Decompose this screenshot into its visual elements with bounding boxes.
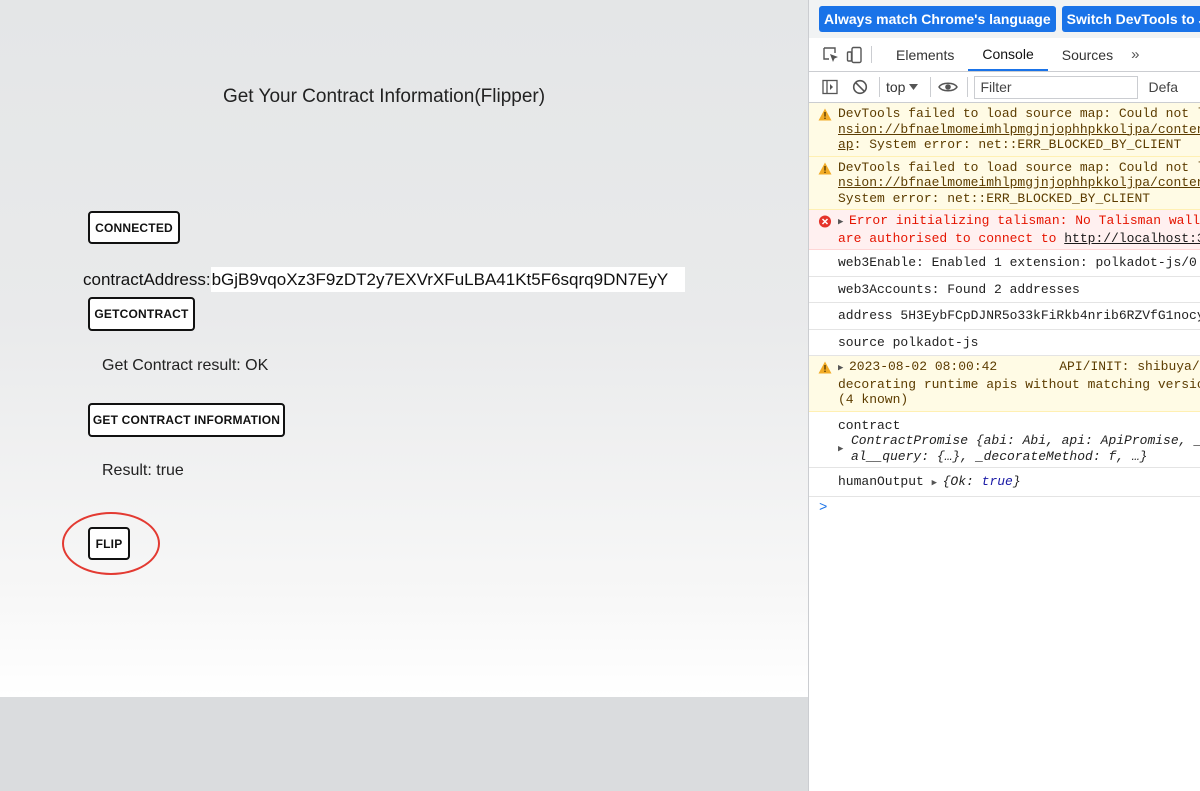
get-contract-button[interactable]: GETCONTRACT bbox=[88, 297, 195, 331]
warning-line: decorating runtime apis without matching… bbox=[838, 376, 1200, 392]
app-page: Get Your Contract Information(Flipper) C… bbox=[0, 0, 808, 791]
get-contract-information-button[interactable]: GET CONTRACT INFORMATION bbox=[88, 403, 285, 437]
device-toolbar-icon[interactable] bbox=[843, 38, 867, 71]
log-line: humanOutput bbox=[838, 474, 932, 489]
warning-timestamp: 2023-08-02 08:00:42 bbox=[849, 359, 998, 374]
log-line: web3Accounts: Found 2 addresses bbox=[838, 281, 1080, 297]
warning-line: API/INIT: shibuya/ bbox=[1059, 359, 1200, 374]
app-content-area: Get Your Contract Information(Flipper) C… bbox=[0, 0, 808, 697]
contract-address-row: contractAddress: bbox=[83, 267, 685, 292]
toolbar-divider bbox=[967, 77, 969, 97]
tab-sources[interactable]: Sources bbox=[1048, 38, 1127, 71]
source-map-link[interactable]: nsion://bfnaelmomeimhlpmgjnjophhpkkoljpa… bbox=[838, 175, 1200, 190]
page-title: Get Your Contract Information(Flipper) bbox=[222, 86, 546, 107]
context-selector[interactable]: top bbox=[886, 79, 919, 95]
tabbar-divider bbox=[871, 46, 872, 63]
clear-console-icon[interactable] bbox=[849, 76, 871, 98]
always-match-language-button[interactable]: Always match Chrome's language bbox=[819, 6, 1056, 32]
warning-icon bbox=[818, 108, 832, 121]
console-warning-message: DevTools failed to load source map: Coul… bbox=[809, 156, 1200, 210]
console-toolbar: top Defa bbox=[809, 72, 1200, 103]
console-prompt[interactable]: > bbox=[809, 497, 1200, 517]
log-line: contract bbox=[838, 417, 901, 433]
console-log-message: source polkadot-js bbox=[809, 330, 1200, 356]
tab-console[interactable]: Console bbox=[968, 38, 1048, 71]
contract-address-label: contractAddress: bbox=[83, 269, 211, 289]
live-expression-eye-icon[interactable] bbox=[937, 76, 959, 98]
console-error-message: ▶ Error initializing talisman: No Talisma… bbox=[809, 210, 1200, 250]
show-console-sidebar-icon[interactable] bbox=[819, 76, 841, 98]
warning-line: DevTools failed to load source map: Coul… bbox=[838, 106, 1200, 121]
flip-button[interactable]: FLIP bbox=[88, 527, 130, 560]
warning-line: DevTools failed to load source map: Coul… bbox=[838, 159, 1200, 175]
log-line: address 5H3EybFCpDJNR5o33kFiRkb4nrib6RZV… bbox=[838, 308, 1200, 323]
log-levels-dropdown[interactable]: Defa bbox=[1148, 79, 1178, 95]
console-warning-message: DevTools failed to load source map: Coul… bbox=[809, 103, 1200, 157]
contract-address-input[interactable] bbox=[210, 267, 685, 292]
get-contract-result-text: Get Contract result: OK bbox=[102, 357, 269, 374]
warning-icon bbox=[818, 361, 832, 374]
expand-triangle-icon[interactable]: ▶ bbox=[838, 215, 849, 231]
warning-line: : System error: net::ERR_BLOCKED_BY_CLIE… bbox=[853, 137, 1182, 152]
warning-icon bbox=[818, 162, 832, 174]
contract-object-preview[interactable]: ContractPromise {abi: Abi, api: ApiPromi… bbox=[851, 433, 1200, 449]
inspect-element-icon[interactable] bbox=[819, 38, 843, 71]
contract-object-preview[interactable]: al__query: {…}, _decorateMethod: f, …} bbox=[851, 449, 1200, 465]
devtools-language-infobar: Always match Chrome's language Switch De… bbox=[809, 0, 1200, 38]
console-warning-message: ▶ 2023-08-02 08:00:42 API/INIT: shibuya/ d… bbox=[809, 356, 1200, 412]
source-map-link[interactable]: nsion://bfnaelmomeimhlpmgjnjophhpkkoljpa… bbox=[838, 122, 1200, 137]
log-line: web3Enable: Enabled 1 extension: polkado… bbox=[838, 255, 1200, 270]
switch-devtools-language-button[interactable]: Switch DevTools to Ja bbox=[1061, 6, 1200, 32]
console-output: DevTools failed to load source map: Coul… bbox=[809, 103, 1200, 516]
expand-triangle-icon[interactable]: ▶ bbox=[838, 442, 849, 458]
expand-triangle-icon[interactable]: ▶ bbox=[838, 361, 849, 377]
warning-line: (4 known) bbox=[838, 392, 909, 407]
error-icon bbox=[818, 215, 832, 228]
human-output-object-close: } bbox=[1012, 474, 1021, 489]
devtools-tabbar: Elements Console Sources » bbox=[809, 38, 1200, 72]
toolbar-divider bbox=[879, 77, 880, 97]
toolbar-divider bbox=[930, 77, 932, 97]
source-map-link[interactable]: ap bbox=[838, 137, 854, 152]
console-log-message: contract ▶ ContractPromise {abi: Abi, ap… bbox=[809, 412, 1200, 468]
connected-button[interactable]: CONNECTED bbox=[88, 211, 180, 244]
error-line: Error initializing talisman: No Talisman… bbox=[849, 213, 1200, 228]
log-line: source polkadot-js bbox=[838, 334, 979, 350]
console-filter-input[interactable] bbox=[974, 75, 1139, 99]
contract-info-result-text: Result: true bbox=[102, 462, 184, 479]
more-tabs-icon[interactable]: » bbox=[1127, 38, 1143, 71]
localhost-link[interactable]: http://localhost:3 bbox=[1064, 231, 1200, 246]
chevron-down-icon bbox=[909, 83, 919, 90]
console-log-message: web3Accounts: Found 2 addresses bbox=[809, 277, 1200, 303]
expand-triangle-icon[interactable]: ▶ bbox=[932, 476, 943, 492]
console-log-message: address 5H3EybFCpDJNR5o33kFiRkb4nrib6RZV… bbox=[809, 303, 1200, 330]
console-log-message: web3Enable: Enabled 1 extension: polkado… bbox=[809, 250, 1200, 277]
devtools-panel: Always match Chrome's language Switch De… bbox=[808, 0, 1200, 791]
prompt-chevron-icon: > bbox=[819, 499, 828, 516]
human-output-value: true bbox=[981, 474, 1013, 489]
tab-elements[interactable]: Elements bbox=[882, 38, 968, 71]
console-log-message: humanOutput ▶ {Ok: true} bbox=[809, 468, 1200, 497]
context-selector-label: top bbox=[886, 79, 906, 95]
human-output-object-open[interactable]: {Ok: bbox=[943, 474, 982, 489]
warning-line: System error: net::ERR_BLOCKED_BY_CLIENT bbox=[838, 190, 1151, 206]
error-line: are authorised to connect to bbox=[838, 230, 1065, 246]
